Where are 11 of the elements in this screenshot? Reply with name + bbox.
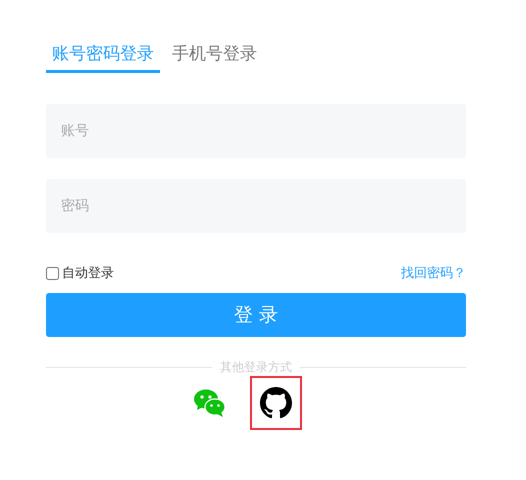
checkbox-label: 自动登录 (62, 265, 114, 282)
login-tab[interactable]: 手机号登录 (166, 36, 263, 73)
input-field[interactable]: 密码 (46, 179, 466, 233)
login-tab[interactable]: 账号密码登录 (46, 36, 160, 73)
checkbox[interactable] (46, 266, 59, 280)
input-field[interactable]: 账号 (46, 104, 466, 158)
login-button[interactable]: 登 录 (46, 293, 466, 337)
forgot-password-link[interactable]: 找回密码？ (401, 264, 466, 282)
cat-logo-button[interactable] (250, 376, 302, 430)
chat-bubbles-icon (194, 389, 226, 417)
cat-logo-icon (260, 387, 292, 419)
